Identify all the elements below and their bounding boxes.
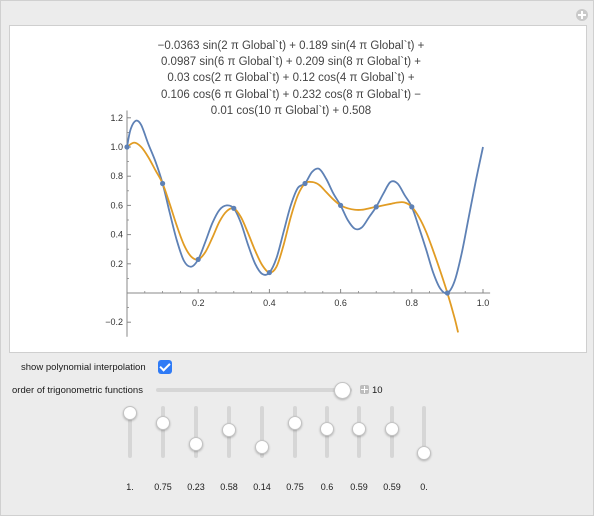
data-point <box>373 204 379 210</box>
y-tick-label: 1.2 <box>110 113 123 123</box>
manipulate-panel: −0.0363 sin(2 π Global`t) + 0.189 sin(4 … <box>0 0 594 516</box>
y-tick-label: 0.4 <box>110 230 123 240</box>
data-point <box>444 290 450 296</box>
point-slider-value: 1. <box>126 482 134 492</box>
y-tick-label: −0.2 <box>105 317 123 327</box>
data-point <box>409 204 415 210</box>
x-tick-label: 0.6 <box>334 298 347 308</box>
point-slider-thumb[interactable] <box>156 416 170 430</box>
data-point <box>266 269 272 276</box>
y-tick-label: 0.6 <box>110 200 123 210</box>
data-point <box>338 202 344 208</box>
data-point <box>124 144 130 150</box>
trigonometric-curve <box>126 119 484 295</box>
point-slider-value: 0. <box>420 482 428 492</box>
x-tick-label: 0.8 <box>406 298 419 308</box>
point-slider[interactable] <box>351 406 367 458</box>
point-slider-value: 0.23 <box>187 482 205 492</box>
point-slider[interactable] <box>122 406 138 458</box>
show-polynomial-checkbox[interactable] <box>158 360 172 374</box>
order-slider[interactable] <box>156 388 352 392</box>
point-slider-value: 0.58 <box>220 482 238 492</box>
point-slider-thumb[interactable] <box>320 422 334 436</box>
data-point <box>160 180 166 187</box>
point-slider-value: 0.14 <box>253 482 271 492</box>
point-slider-thumb[interactable] <box>417 446 431 460</box>
point-slider-value: 0.75 <box>286 482 304 492</box>
y-tick-label: 0.2 <box>110 259 123 269</box>
point-slider-value: 0.59 <box>350 482 368 492</box>
point-slider[interactable] <box>319 406 335 458</box>
x-tick-label: 0.4 <box>263 298 276 308</box>
x-tick-label: 0.2 <box>192 298 205 308</box>
point-slider[interactable] <box>188 406 204 458</box>
point-slider-value: 0.6 <box>320 482 334 492</box>
point-slider[interactable] <box>287 406 303 458</box>
point-slider-thumb[interactable] <box>288 416 302 430</box>
point-slider-thumb[interactable] <box>222 422 236 437</box>
point-slider[interactable] <box>416 406 432 460</box>
point-slider-value: 0.75 <box>154 482 172 492</box>
data-point <box>195 256 201 263</box>
close-icon[interactable] <box>576 9 588 21</box>
y-tick-label: 0.8 <box>110 171 123 181</box>
point-slider[interactable] <box>384 406 400 458</box>
point-slider[interactable] <box>254 406 270 458</box>
point-slider[interactable] <box>155 406 171 458</box>
order-value: 10 <box>372 385 383 396</box>
point-slider-track[interactable] <box>293 406 297 458</box>
point-slider-thumb[interactable] <box>123 406 137 420</box>
point-slider-thumb[interactable] <box>189 436 203 451</box>
order-slider-thumb[interactable] <box>334 382 352 399</box>
data-point <box>302 180 308 187</box>
point-slider-track[interactable] <box>161 406 165 458</box>
plot-area: −0.0363 sin(2 π Global`t) + 0.189 sin(4 … <box>9 25 587 353</box>
show-polynomial-label: show polynomial interpolation <box>21 362 146 373</box>
x-tick-label: 1.0 <box>477 298 490 308</box>
point-slider-thumb[interactable] <box>255 440 269 455</box>
interpolation-chart: 0.2 0.4 0.6 0.8 1.0 −0.2 0.2 0.4 0.6 0.8 1.0 1.2 <box>105 110 491 337</box>
point-slider-thumb[interactable] <box>352 422 366 437</box>
data-point <box>231 205 237 211</box>
point-slider-value: 0.59 <box>383 482 401 492</box>
point-slider-thumb[interactable] <box>385 422 399 437</box>
order-label: order of trigonometric functions <box>12 385 143 396</box>
plus-icon[interactable] <box>360 385 369 394</box>
y-tick-label: 1.0 <box>110 142 123 152</box>
point-slider[interactable] <box>221 406 237 458</box>
